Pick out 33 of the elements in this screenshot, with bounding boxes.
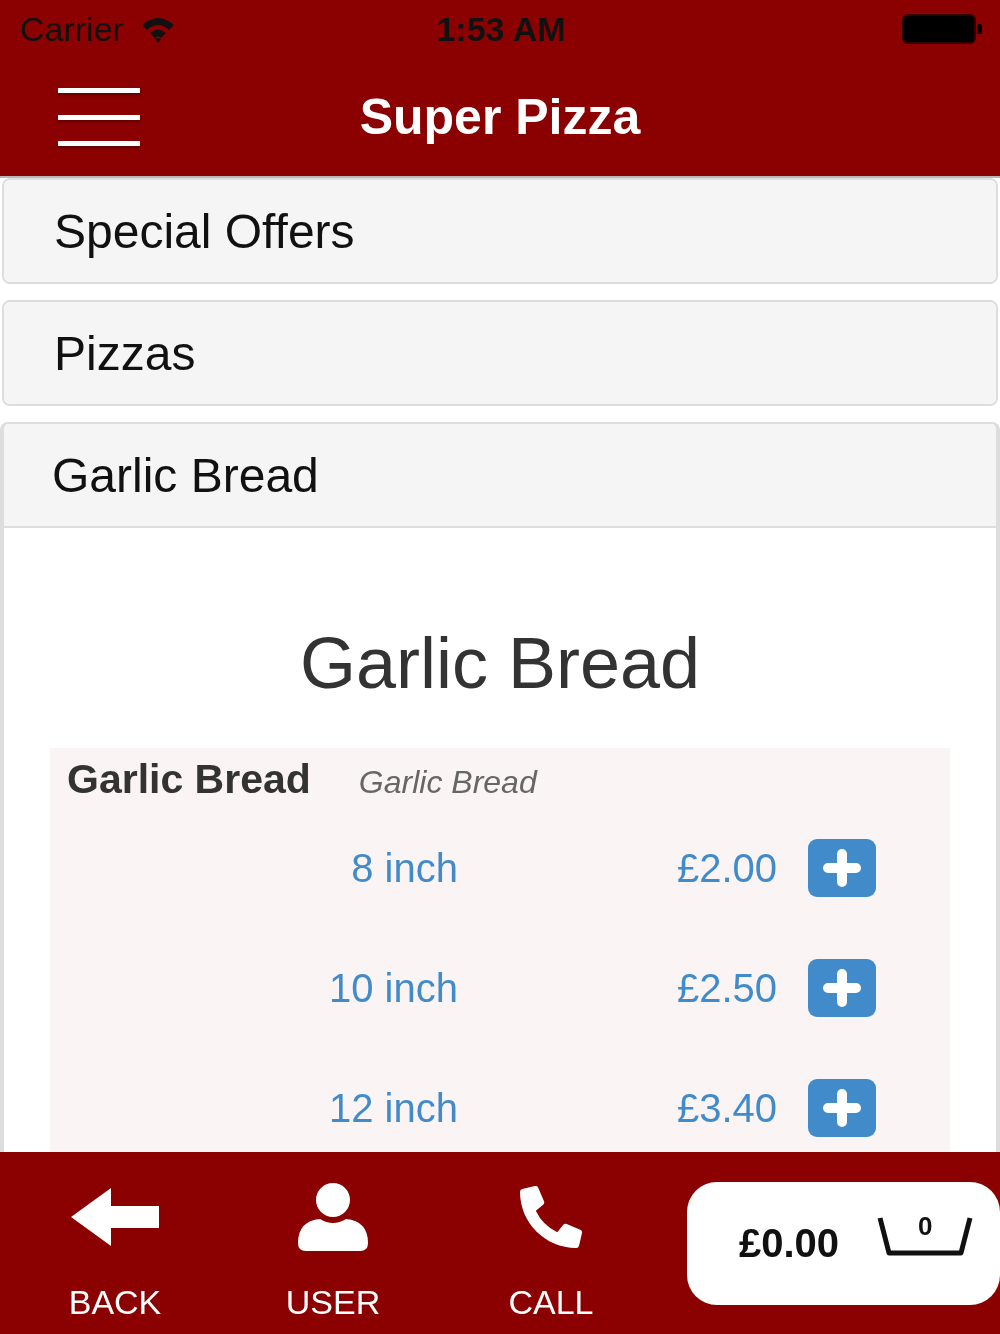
category-header[interactable]: Special Offers xyxy=(4,180,996,282)
user-icon xyxy=(298,1183,368,1251)
cart-count: 0 xyxy=(916,1211,934,1241)
price-label: £3.40 xyxy=(675,1085,777,1131)
size-label: 8 inch xyxy=(350,845,458,891)
cart-button[interactable]: £0.00 0 xyxy=(687,1181,1000,1305)
clock-time: 1:53 AM xyxy=(436,9,566,49)
price-label: £2.00 xyxy=(675,845,777,891)
add-button[interactable] xyxy=(808,1079,876,1137)
size-label: 12 inch xyxy=(328,1085,458,1131)
battery-icon xyxy=(902,14,982,44)
add-button[interactable] xyxy=(808,839,876,897)
category-header[interactable]: Pizzas xyxy=(4,302,996,404)
menu-button[interactable] xyxy=(58,88,140,146)
basket-icon xyxy=(877,1215,974,1257)
tab-bar-button[interactable]: BACK xyxy=(6,1152,224,1334)
left-arrow-icon xyxy=(71,1188,159,1246)
plus-icon xyxy=(823,969,861,1007)
size-label: 10 inch xyxy=(328,965,458,1011)
cart-total: £0.00 xyxy=(739,1220,840,1266)
category-header[interactable]: Garlic Bread xyxy=(4,424,996,528)
app-title: Super Pizza xyxy=(359,88,641,147)
phone-icon xyxy=(520,1186,582,1248)
price-label: £2.50 xyxy=(675,965,777,1011)
add-button[interactable] xyxy=(808,959,876,1017)
tab-bar-button[interactable]: USER xyxy=(224,1152,442,1334)
plus-icon xyxy=(823,1089,861,1127)
tab-bar-button[interactable]: CALL xyxy=(442,1152,660,1334)
carrier-label: Carrier xyxy=(20,9,124,49)
section-heading: Garlic Bread xyxy=(298,622,702,705)
plus-icon xyxy=(823,849,861,887)
product-name: Garlic Bread xyxy=(67,756,311,802)
product-description: Garlic Bread xyxy=(358,763,537,802)
